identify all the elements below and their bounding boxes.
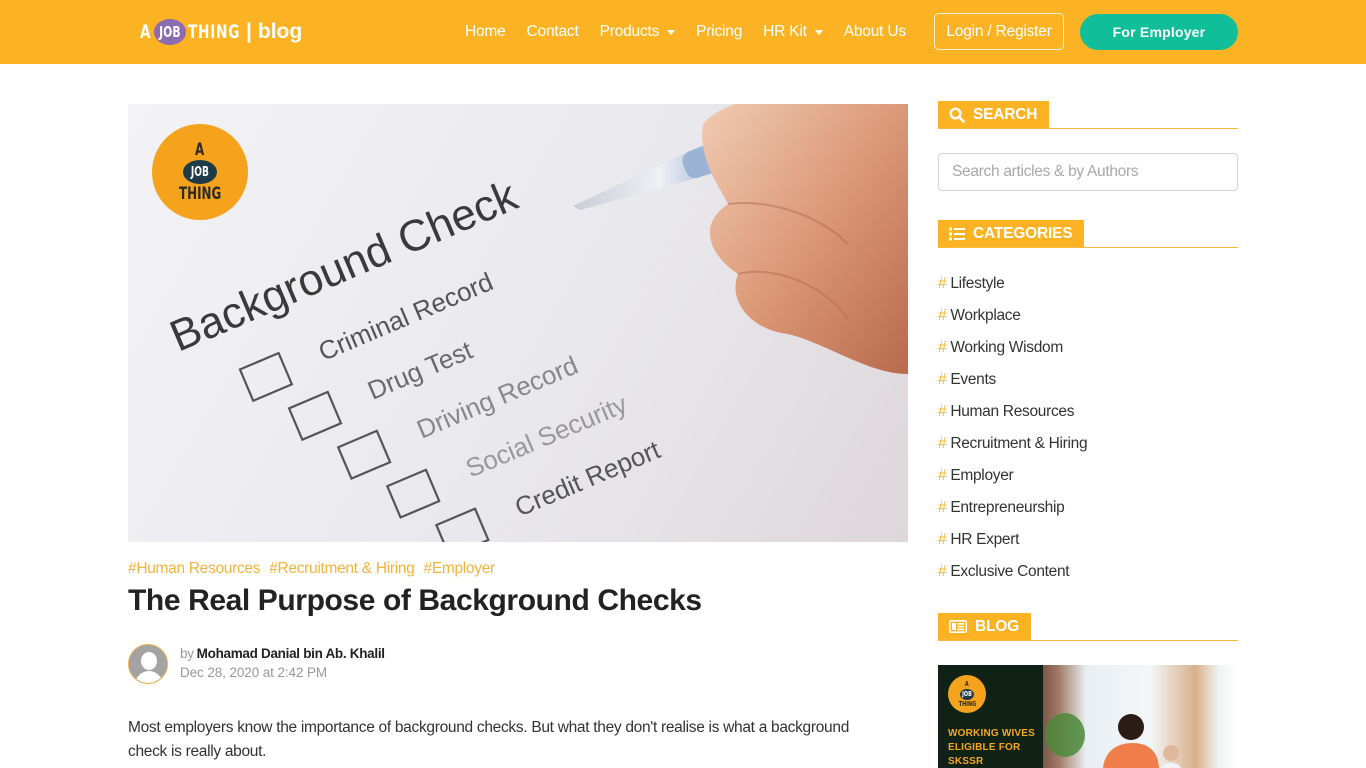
article-hero-image: Background Check Criminal Record Drug Te… <box>128 104 908 542</box>
brand-separator: | <box>246 20 252 43</box>
top-navbar: A JOB THING | blog Home Contact Products… <box>0 0 1366 64</box>
nav-hr-kit-dropdown[interactable]: HR Kit <box>763 23 823 41</box>
category-recruitment-hiring[interactable]: # Recruitment & Hiring <box>938 428 1088 460</box>
list-icon <box>949 227 965 240</box>
search-icon <box>949 106 965 123</box>
brand-logo[interactable]: A JOB THING | blog <box>140 15 302 49</box>
tag-human-resources[interactable]: #Human Resources <box>128 560 260 578</box>
mother-child-photo <box>1045 713 1181 768</box>
hash-icon: # <box>938 435 947 452</box>
hand-illustration <box>702 104 908 374</box>
search-input[interactable] <box>938 153 1238 191</box>
article-intro: Most employers know the importance of ba… <box>128 719 850 760</box>
category-entrepreneurship[interactable]: # Entrepreneurship <box>938 492 1087 524</box>
checkbox-3 <box>336 429 392 481</box>
newspaper-icon <box>949 620 967 633</box>
blog-card-caption: WORKING WIVES ELIGIBLE FOR SKSSR <box>948 728 1036 767</box>
hash-icon: # <box>938 467 947 484</box>
by-label: by <box>180 646 194 661</box>
hero-brand-badge: A JOB THING <box>152 124 248 220</box>
main-nav: Home Contact Products Pricing HR Kit Abo… <box>465 0 927 64</box>
login-register-button[interactable]: Login / Register <box>934 13 1064 50</box>
hash-icon: # <box>938 563 947 580</box>
hash-icon: # <box>938 531 947 548</box>
hash-icon: # <box>938 371 947 388</box>
category-employer[interactable]: # Employer <box>938 460 1087 492</box>
category-human-resources[interactable]: # Human Resources <box>938 396 1087 428</box>
categories-widget-title: CATEGORIES <box>973 224 1073 242</box>
nav-products-dropdown[interactable]: Products <box>600 23 676 41</box>
category-workplace[interactable]: # Workplace <box>938 300 1087 332</box>
checkbox-1 <box>238 351 294 403</box>
for-employer-button[interactable]: For Employer <box>1080 14 1238 50</box>
search-widget-header: SEARCH <box>938 101 1238 129</box>
category-list: # Lifestyle # Workplace # Working Wisdom # E… <box>938 268 1088 588</box>
brand-thing: THING <box>188 21 241 43</box>
nav-about-us[interactable]: About Us <box>844 23 906 41</box>
checklist-item: Drug Test <box>363 334 477 405</box>
category-working-wisdom[interactable]: # Working Wisdom <box>938 332 1087 364</box>
nav-home[interactable]: Home <box>465 23 506 41</box>
hash-icon: # <box>938 307 947 324</box>
brand-a: A <box>140 21 152 43</box>
hash-icon: # <box>938 275 947 292</box>
blog-widget-title: BLOG <box>975 617 1019 635</box>
checkbox-2 <box>287 390 343 442</box>
user-icon <box>141 652 157 670</box>
checkbox-4 <box>385 468 441 519</box>
tag-recruitment-hiring[interactable]: #Recruitment & Hiring <box>269 560 415 578</box>
caret-down-icon <box>814 29 823 35</box>
author-block: by Mohamad Danial bin Ab. Khalil Dec 28, … <box>128 644 385 684</box>
search-widget-title: SEARCH <box>973 105 1038 123</box>
article-tags: #Human Resources #Recruitment & Hiring #… <box>128 560 504 578</box>
checkbox-5 <box>434 507 490 542</box>
category-hr-expert[interactable]: # HR Expert <box>938 524 1087 556</box>
nav-contact[interactable]: Contact <box>527 23 579 41</box>
nav-pricing[interactable]: Pricing <box>696 23 742 41</box>
tag-employer[interactable]: #Employer <box>424 560 496 578</box>
brand-job-badge: JOB <box>154 19 186 45</box>
hash-icon: # <box>938 339 947 356</box>
blog-widget-header: BLOG <box>938 613 1238 641</box>
blog-card-working-wives[interactable]: A JOB THING WORKING WIVES ELIGIBLE FOR S… <box>938 665 1238 768</box>
hash-icon: # <box>938 403 947 420</box>
publish-date: Dec 28, 2020 at 2:42 PM <box>180 665 328 680</box>
category-events[interactable]: # Events <box>938 364 1087 396</box>
blog-card-brand-badge: A JOB THING <box>948 675 986 713</box>
category-exclusive-content[interactable]: # Exclusive Content <box>938 556 1087 588</box>
author-avatar <box>128 644 168 684</box>
author-name-link[interactable]: Mohamad Danial bin Ab. Khalil <box>197 646 385 661</box>
brand-section: blog <box>257 20 303 43</box>
blog-card-photo <box>1043 665 1238 768</box>
caret-down-icon <box>667 29 676 35</box>
article-title: The Real Purpose of Background Checks <box>128 584 702 617</box>
hash-icon: # <box>938 499 947 516</box>
categories-widget-header: CATEGORIES <box>938 220 1238 248</box>
category-lifestyle[interactable]: # Lifestyle <box>938 268 1087 300</box>
